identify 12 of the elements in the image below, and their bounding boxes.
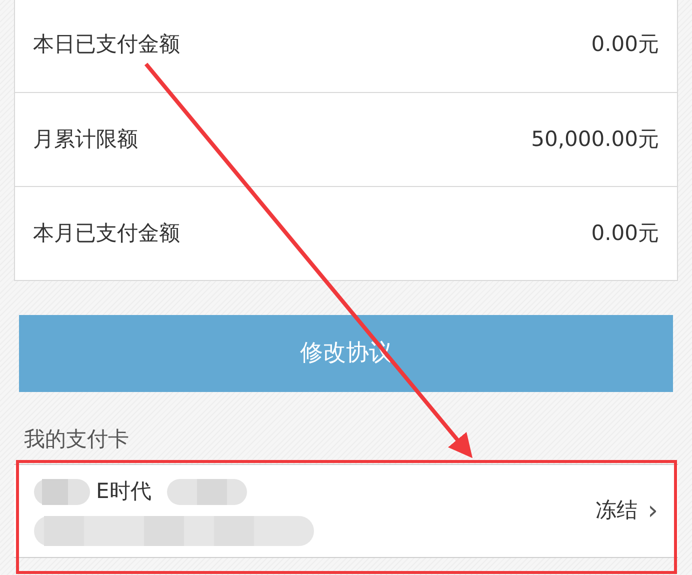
limit-label: 本日已支付金额 — [33, 31, 180, 58]
limit-label: 本月已支付金额 — [33, 220, 180, 247]
chevron-icon: › — [648, 498, 658, 524]
card-status: 冻结 — [596, 497, 638, 524]
redacted-drawing — [34, 477, 90, 507]
section-heading: 我的支付卡 — [24, 426, 129, 454]
limit-value: 0.00元 — [591, 31, 659, 58]
limit-value: 0.00元 — [591, 220, 659, 247]
limit-value: 50,000.00元 — [531, 126, 659, 153]
card-name: E时代 — [96, 478, 152, 506]
limit-label: 月累计限额 — [33, 126, 138, 153]
payment-card-row[interactable]: E时代 冻结 › — [14, 465, 678, 557]
